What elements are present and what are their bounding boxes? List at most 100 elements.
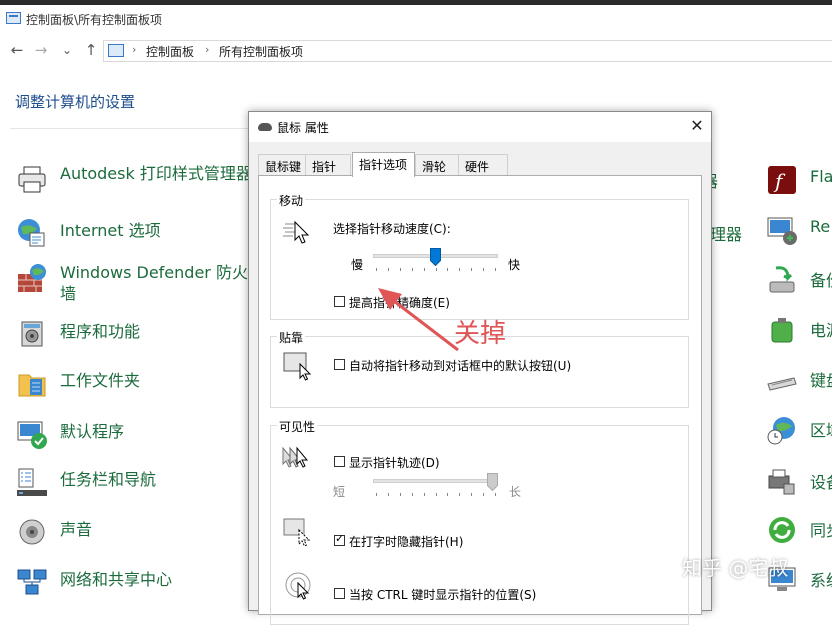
slider-tick: [447, 268, 448, 271]
keyboard-icon: [767, 377, 797, 391]
cp-item-label[interactable]: 系统: [810, 567, 832, 591]
work-folders-icon: [18, 374, 46, 397]
pointer-trails-icon: [282, 446, 309, 468]
close-icon[interactable]: ✕: [687, 116, 707, 136]
trails-label[interactable]: 显示指针轨迹(D): [349, 454, 440, 471]
flash-icon: f: [768, 166, 796, 194]
backup-icon: [769, 266, 795, 293]
trail-length-slider[interactable]: [373, 473, 498, 499]
trail-long-label: 长: [509, 485, 522, 499]
slider-tick: [483, 493, 484, 496]
cp-item-label[interactable]: 网络和共享中心: [60, 569, 260, 590]
cp-item-label[interactable]: Internet 选项: [60, 220, 260, 241]
slider-thumb[interactable]: [430, 248, 441, 266]
page-title: 调整计算机的设置: [15, 93, 136, 111]
slider-tick: [483, 268, 484, 271]
slider-tick: [388, 493, 389, 496]
cp-item-label[interactable]: Autodesk 打印样式管理器: [60, 163, 260, 184]
cp-item-label[interactable]: 程序和功能: [60, 321, 260, 342]
cp-item-label[interactable]: 电源: [810, 317, 832, 341]
cp-item-label[interactable]: 键盘: [810, 367, 832, 391]
back-arrow-icon[interactable]: ←: [8, 40, 26, 60]
slider-track: [373, 479, 498, 483]
divider: [10, 128, 248, 129]
ctrl-location-label[interactable]: 当按 CTRL 键时显示指针的位置(S): [349, 586, 536, 603]
slider-tick: [412, 493, 413, 496]
pointer-speed-slider[interactable]: [373, 248, 498, 274]
slider-tick: [495, 268, 496, 271]
control-panel-icon: [6, 12, 21, 24]
slider-tick: [447, 493, 448, 496]
slider-tick: [459, 268, 460, 271]
slider-tick: [376, 268, 377, 271]
slider-tick: [471, 268, 472, 271]
cp-item-label[interactable]: 任务栏和导航: [60, 469, 260, 490]
cp-item-label[interactable]: 工作文件夹: [60, 370, 260, 391]
cp-item-label[interactable]: 设备: [810, 469, 832, 493]
snap-checkbox[interactable]: [334, 359, 345, 370]
tab-pointers[interactable]: 指针: [305, 154, 351, 175]
dialog-titlebar: 鼠标 属性 ✕: [249, 112, 711, 142]
cp-item-label[interactable]: 备份: [810, 267, 832, 291]
slider-tick: [436, 268, 437, 271]
mouse-properties-dialog: 鼠标 属性 ✕ 鼠标键 指针 指针选项 滑轮 硬件 移动 选择指针移动速度(C)…: [248, 111, 712, 625]
ctrl-location-checkbox[interactable]: [334, 588, 345, 599]
precision-checkbox[interactable]: [334, 296, 345, 307]
slider-tick: [495, 493, 496, 496]
region-icon: [767, 417, 795, 445]
hide-pointer-icon: [283, 518, 311, 547]
recent-dropdown-icon[interactable]: ⌄: [58, 40, 76, 60]
sound-icon: [19, 519, 45, 545]
slider-tick: [412, 268, 413, 271]
cp-item-label[interactable]: 声音: [60, 519, 260, 540]
speed-label: 选择指针移动速度(C):: [333, 222, 451, 236]
slider-tick: [471, 493, 472, 496]
breadcrumb-separator: ›: [132, 43, 137, 56]
tab-panel-pointer-options: 移动 选择指针移动速度(C): 慢 快 提高指针精确度(E) 贴靠 自动将指针移…: [258, 175, 702, 625]
tab-hardware[interactable]: 硬件: [458, 154, 508, 175]
tab-buttons[interactable]: 鼠标键: [258, 154, 306, 175]
network-icon: [17, 569, 47, 595]
up-arrow-icon[interactable]: ↑: [82, 40, 100, 60]
tab-pointer-options[interactable]: 指针选项: [352, 152, 415, 177]
cp-item-label[interactable]: 同步: [810, 517, 832, 541]
speed-slow-label: 慢: [351, 258, 364, 272]
sync-icon: [769, 517, 795, 543]
cp-item-label[interactable]: 默认程序: [60, 421, 260, 442]
internet-options-icon: [18, 219, 45, 247]
cp-item-label[interactable]: Fla: [810, 167, 832, 186]
remote-icon: [767, 217, 797, 245]
cp-item-label[interactable]: 区域: [810, 417, 832, 441]
breadcrumb-control-panel[interactable]: 控制面板: [146, 43, 194, 60]
printer-icon: [18, 166, 46, 193]
slider-thumb[interactable]: [487, 473, 498, 491]
power-icon: [771, 318, 793, 343]
tab-wheel[interactable]: 滑轮: [415, 154, 459, 175]
hide-while-typing-label[interactable]: 在打字时隐藏指针(H): [349, 533, 463, 550]
breadcrumb-all-items[interactable]: 所有控制面板项: [219, 43, 303, 60]
show-location-icon: [285, 572, 311, 600]
programs-icon: [21, 321, 43, 347]
trails-checkbox[interactable]: [334, 456, 345, 467]
pointer-speed-icon: [283, 220, 310, 244]
hide-while-typing-checkbox[interactable]: [334, 532, 345, 546]
slider-tick: [400, 268, 401, 271]
cp-item-label[interactable]: Re: [810, 217, 830, 236]
motion-heading: 移动: [277, 192, 306, 209]
window-title: 控制面板\所有控制面板项: [26, 13, 163, 27]
forward-arrow-icon[interactable]: →: [32, 40, 50, 60]
visibility-heading: 可见性: [277, 418, 318, 435]
slider-tick: [424, 268, 425, 271]
devices-icon: [768, 469, 795, 495]
default-programs-icon: [17, 421, 47, 449]
cp-item-label[interactable]: Windows Defender 防火墙: [60, 262, 260, 304]
annotation-text: 关掉: [454, 319, 507, 349]
slider-tick: [376, 493, 377, 496]
address-bar[interactable]: › 控制面板 › 所有控制面板项: [103, 40, 832, 62]
slider-tick: [400, 493, 401, 496]
snap-to-icon: [283, 352, 312, 381]
firewall-icon: [18, 264, 46, 292]
speed-fast-label: 快: [508, 258, 521, 272]
watermark: 知乎 @宅叔: [682, 556, 789, 580]
cp-item-label-fragment[interactable]: 理器: [710, 221, 742, 245]
